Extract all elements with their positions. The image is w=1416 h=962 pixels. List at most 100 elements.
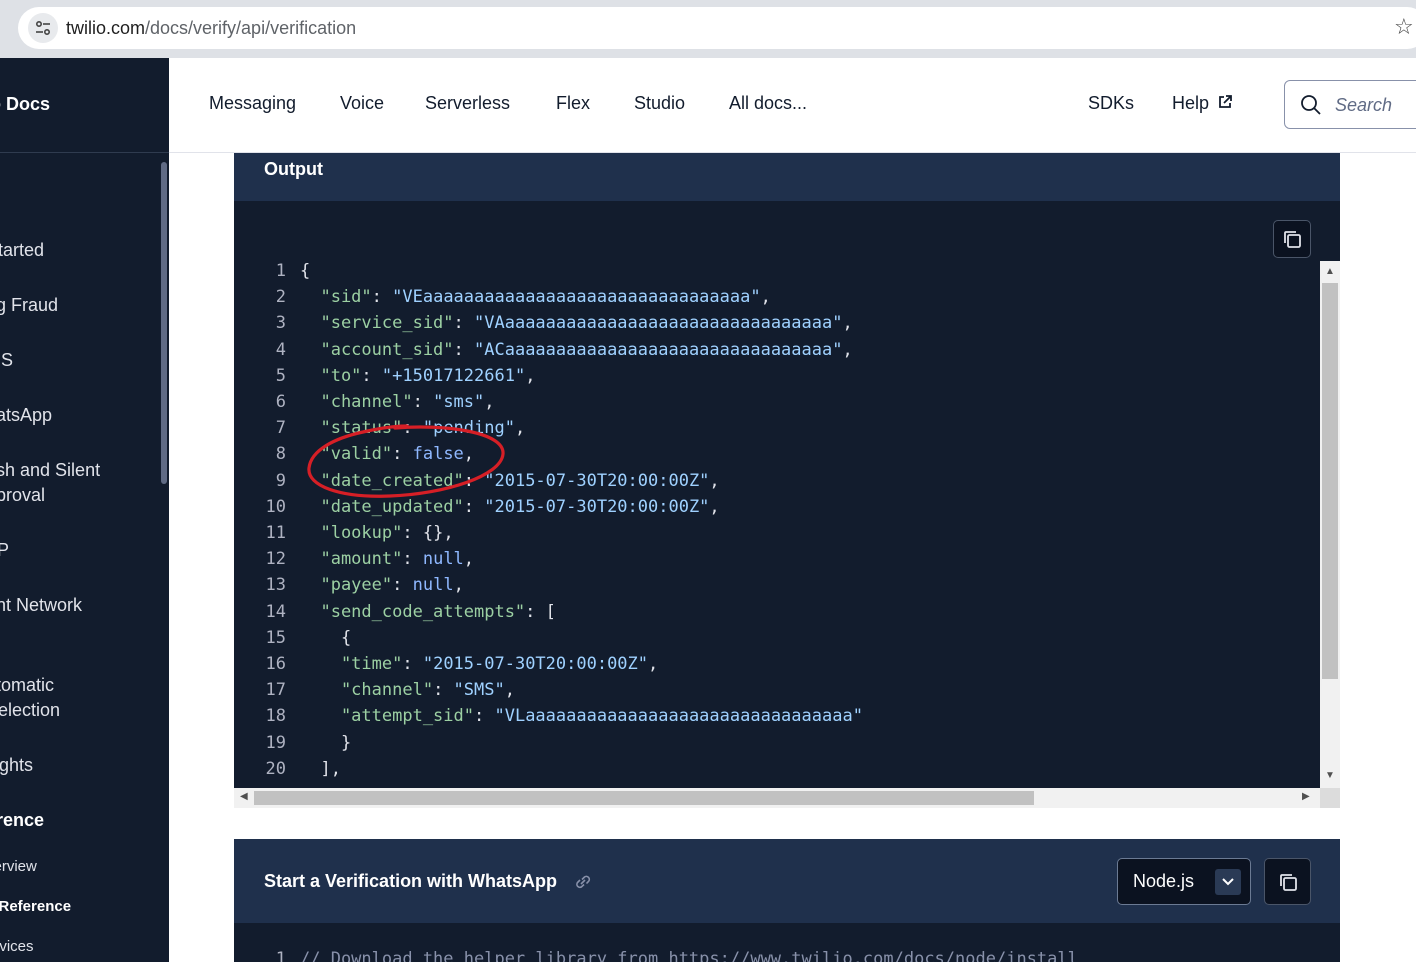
scroll-down-icon[interactable]: ▼ <box>1325 771 1335 781</box>
nav-help-label: Help <box>1172 93 1210 113</box>
json-separator: : <box>525 601 546 622</box>
nav-flex[interactable]: Flex <box>556 93 590 114</box>
nav-all-docs[interactable]: All docs... <box>729 93 807 114</box>
sidebar-item-services[interactable]: ervices <box>0 934 34 959</box>
json-separator: : <box>412 392 434 412</box>
chevron-down-icon <box>1215 869 1241 895</box>
json-key: "amount" <box>300 549 403 570</box>
code-text: "send_code_attempts": [ <box>300 601 556 622</box>
line-number: 13 <box>265 575 286 596</box>
scroll-right-icon[interactable]: ▶ <box>1302 792 1310 802</box>
line-number: 12 <box>265 549 286 570</box>
sidebar-item-getting-started[interactable]: Started <box>0 238 44 263</box>
code-text: "valid": false, <box>300 444 474 464</box>
language-select-value: Node.js <box>1133 871 1195 891</box>
sidebar-item-reference[interactable]: erence <box>0 808 44 833</box>
line-number: 16 <box>265 654 286 674</box>
json-separator: : <box>371 287 393 308</box>
json-separator: : <box>453 339 475 360</box>
vertical-scroll-thumb[interactable] <box>1322 283 1338 679</box>
json-punctuation: , <box>453 575 464 596</box>
sidebar-item-silent-network[interactable]: ent Network <box>0 593 82 618</box>
json-value: [ <box>545 601 556 622</box>
line-number: 1 <box>275 261 286 281</box>
line-number: 19 <box>265 732 286 753</box>
sidebar-item-fraud[interactable]: ng Fraud <box>0 293 58 318</box>
line-number: 5 <box>275 365 286 386</box>
code-text: { <box>300 261 311 281</box>
anchor-link-icon[interactable] <box>572 873 594 891</box>
sidebar-item-push-approval[interactable]: pproval <box>0 483 45 508</box>
json-key: "date_created" <box>300 470 464 491</box>
json-value: "2015-07-30T20:00:00Z" <box>484 496 710 517</box>
nav-serverless[interactable]: Serverless <box>425 93 510 114</box>
code-text: "account_sid": "ACaaaaaaaaaaaaaaaaaaaaaa… <box>300 339 852 360</box>
json-value: "2015-07-30T20:00:00Z" <box>422 654 649 674</box>
output-vertical-scrollbar[interactable]: ▲ ▼ <box>1320 261 1340 788</box>
sidebar-divider <box>0 152 169 153</box>
json-key: "send_code_attempts" <box>300 601 526 622</box>
horizontal-scroll-thumb[interactable] <box>254 791 1034 805</box>
sidebar-item-push-silent[interactable]: ush and Silent <box>0 458 100 483</box>
output-horizontal-scrollbar[interactable]: ◀ ▶ <box>234 788 1320 808</box>
output-code-block[interactable]: 1 {2 "sid": "VEaaaaaaaaaaaaaaaaaaaaaaaaaa… <box>234 261 1320 788</box>
sidebar-scrollbar[interactable] <box>161 162 167 484</box>
json-separator: : <box>402 549 423 570</box>
site-info-icon[interactable] <box>28 13 58 43</box>
json-key: "to" <box>300 365 362 386</box>
code-text: "attempt_sid": "VLaaaaaaaaaaaaaaaaaaaaaa… <box>300 706 863 726</box>
code-text: { <box>300 627 352 648</box>
code-text: "date_updated": "2015-07-30T20:00:00Z", <box>300 496 719 517</box>
copy-icon <box>1284 231 1301 248</box>
copy-output-button[interactable] <box>1273 220 1311 258</box>
json-separator: : <box>463 496 485 517</box>
nav-messaging[interactable]: Messaging <box>209 93 296 114</box>
json-value: {} <box>422 523 444 543</box>
sidebar-item-totp[interactable]: TP <box>0 538 9 563</box>
output-title: Output <box>264 159 323 179</box>
sidebar-item-insights[interactable]: sights <box>0 753 33 778</box>
nav-studio[interactable]: Studio <box>634 93 685 114</box>
nav-help[interactable]: Help <box>1172 93 1233 114</box>
json-separator: : <box>361 365 382 386</box>
json-value: "VAaaaaaaaaaaaaaaaaaaaaaaaaaaaaaaaa" <box>474 313 843 334</box>
line-number: 18 <box>265 706 286 727</box>
language-select[interactable]: Node.js <box>1117 858 1251 905</box>
json-value: "+15017122661" <box>381 365 526 386</box>
bookmark-star-icon[interactable]: ☆ <box>1394 16 1414 38</box>
sidebar-item-sms[interactable]: MS <box>0 348 13 373</box>
top-navigation: Messaging Voice Serverless Flex Studio A… <box>169 58 1416 153</box>
json-punctuation: , <box>443 523 454 543</box>
sidebar-brand[interactable]: o Docs <box>0 94 50 115</box>
sidebar-item-v2-reference[interactable]: 2 Reference <box>0 894 71 919</box>
json-punctuation: , <box>760 287 771 308</box>
search-input[interactable]: Search <box>1284 80 1416 129</box>
line-number: 6 <box>275 392 286 412</box>
code-text: "status": "pending", <box>300 418 525 438</box>
url-text[interactable]: twilio.com/docs/verify/api/verification <box>66 18 356 39</box>
json-separator: : <box>402 654 423 674</box>
code-text: "service_sid": "VAaaaaaaaaaaaaaaaaaaaaaa… <box>300 313 852 334</box>
copy-whatsapp-code-button[interactable] <box>1264 858 1311 905</box>
line-number: 14 <box>265 601 286 622</box>
sidebar-item-selection[interactable]: Selection <box>0 698 60 723</box>
scroll-up-icon[interactable]: ▲ <box>1325 267 1335 277</box>
address-bar[interactable]: twilio.com/docs/verify/api/verification <box>18 7 1416 49</box>
scroll-left-icon[interactable]: ◀ <box>240 792 248 802</box>
whatsapp-code-block[interactable]: 1 // Download the helper library from ht… <box>234 949 1340 962</box>
line-number: 9 <box>275 470 286 491</box>
nav-sdks[interactable]: SDKs <box>1088 93 1134 114</box>
json-key: "valid" <box>300 444 393 465</box>
code-text: "date_created": "2015-07-30T20:00:00Z", <box>300 470 719 491</box>
sidebar-item-automatic[interactable]: utomatic <box>0 673 54 698</box>
nav-voice[interactable]: Voice <box>340 93 384 114</box>
line-number: 17 <box>265 680 286 701</box>
json-value: "VEaaaaaaaaaaaaaaaaaaaaaaaaaaaaaaaa" <box>392 287 761 308</box>
output-panel-header: Output <box>234 153 1340 201</box>
code-text: "payee": null, <box>300 575 464 596</box>
sidebar-item-overview[interactable]: verview <box>0 854 37 879</box>
json-punctuation: , <box>463 549 475 570</box>
docs-sidebar: o Docs Started ng Fraud MS hatsApp ush a… <box>0 58 169 962</box>
sidebar-item-whatsapp[interactable]: hatsApp <box>0 403 52 428</box>
json-key: "payee" <box>300 575 393 596</box>
